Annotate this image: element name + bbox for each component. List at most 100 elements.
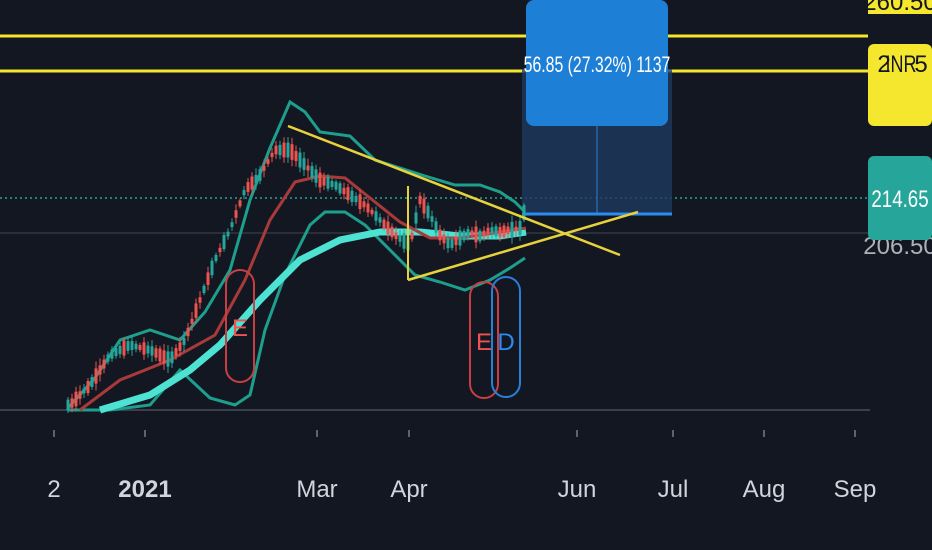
candle-body — [482, 230, 486, 237]
candle-body — [342, 187, 346, 195]
candle-body — [382, 219, 386, 229]
candle-body — [306, 165, 310, 171]
candle-body — [470, 230, 474, 236]
candle-body — [102, 359, 106, 369]
candle-body — [322, 177, 326, 186]
candle-body — [134, 343, 138, 350]
candle-body — [454, 236, 458, 246]
candle-body — [446, 237, 450, 249]
candle-body — [338, 183, 342, 194]
currency-label: INR — [886, 52, 917, 78]
candle-body — [494, 226, 498, 237]
candle-body — [506, 226, 510, 235]
candle-body — [294, 151, 298, 161]
candle-body — [462, 230, 466, 241]
candle-body — [210, 260, 214, 276]
candle-body — [86, 380, 90, 394]
candle-body — [402, 233, 406, 249]
x-tick-label-5: Jul — [658, 476, 689, 503]
candle-body — [262, 165, 266, 171]
candle-body — [66, 399, 70, 411]
candle-body — [238, 200, 242, 207]
candle-body — [502, 225, 506, 237]
x-tick-label-6: Aug — [743, 476, 786, 503]
candle-body — [226, 231, 230, 237]
candle-body — [358, 194, 362, 210]
candle-body — [390, 226, 394, 238]
candle-body — [242, 190, 246, 196]
candle-body — [466, 229, 470, 238]
candle-body — [490, 227, 494, 234]
candle-body — [202, 285, 206, 293]
candle-body — [198, 297, 202, 303]
candle-body — [82, 388, 86, 394]
x-tick-label-2: Mar — [296, 476, 337, 503]
candle-body — [514, 226, 518, 231]
candle-body — [178, 342, 182, 352]
candle-body — [174, 348, 178, 356]
x-tick-label-4: Jun — [558, 476, 597, 503]
time-axis-gridticks — [53, 430, 856, 437]
candle-body — [154, 348, 158, 358]
candle-body — [142, 342, 146, 355]
candle-body — [186, 327, 190, 337]
candle-body — [158, 348, 162, 362]
candle-body — [118, 345, 122, 355]
candle-body — [330, 180, 334, 188]
dividend-marker[interactable]: D — [491, 276, 521, 398]
candle-body — [310, 166, 314, 178]
candle-body — [334, 181, 338, 190]
candle-body — [94, 368, 98, 384]
svg-text:D: D — [497, 329, 514, 356]
candle-body — [498, 227, 502, 237]
measure-label: 56.85 (27.32%) 1137 — [524, 54, 671, 78]
candle-body — [182, 337, 186, 345]
candle-body — [246, 182, 250, 192]
candle-body — [458, 230, 462, 246]
candle-body — [510, 221, 514, 238]
last-price-label: 214.65 — [871, 186, 928, 213]
candle-body — [126, 341, 130, 351]
candle-body — [298, 152, 302, 168]
price-axis[interactable]: 260.50 2 INR 5 206.50 214.65 — [863, 0, 932, 260]
candle-body — [362, 201, 366, 208]
earnings-marker-2[interactable]: E — [469, 281, 499, 399]
candle-body — [442, 234, 446, 244]
candle-body — [314, 169, 318, 183]
candle-body — [190, 318, 194, 324]
candle-body — [378, 217, 382, 223]
candle-body — [286, 142, 290, 158]
candle-body — [430, 216, 434, 222]
candle-body — [410, 232, 414, 240]
candle-body — [278, 144, 282, 156]
x-tick-label-3: Apr — [390, 476, 427, 503]
candle-body — [122, 340, 126, 356]
trendline-lower[interactable] — [407, 210, 639, 282]
svg-text:E: E — [476, 329, 492, 356]
candle-body — [346, 187, 350, 201]
x-tick-label-1: 2021 — [118, 476, 171, 503]
candle-body — [234, 210, 238, 218]
candle-body — [418, 195, 422, 205]
candle-body — [350, 190, 354, 202]
time-axis[interactable]: 2 2021 Mar Apr Jun Jul Aug Sep — [47, 476, 876, 503]
candle-body — [130, 341, 134, 350]
candle-body — [398, 234, 402, 242]
candle-body — [394, 232, 398, 240]
candle-body — [90, 377, 94, 387]
candle-body — [290, 144, 294, 160]
candle-body — [230, 222, 234, 228]
candle-body — [206, 272, 210, 285]
price-chart[interactable]: 56.85 (27.32%) 1137 E E D 260.50 2 INR 5… — [0, 0, 932, 550]
candle-body — [438, 229, 442, 241]
candle-body — [166, 351, 170, 367]
candle-body — [370, 209, 374, 215]
candle-body — [434, 221, 438, 233]
candle-body — [110, 349, 114, 359]
ema-slow-line — [98, 228, 527, 414]
candle-body — [478, 230, 482, 242]
x-tick-label-0: 2 — [47, 476, 60, 503]
candle-body — [138, 344, 142, 351]
candle-body — [70, 398, 74, 408]
candle-body — [214, 254, 218, 262]
